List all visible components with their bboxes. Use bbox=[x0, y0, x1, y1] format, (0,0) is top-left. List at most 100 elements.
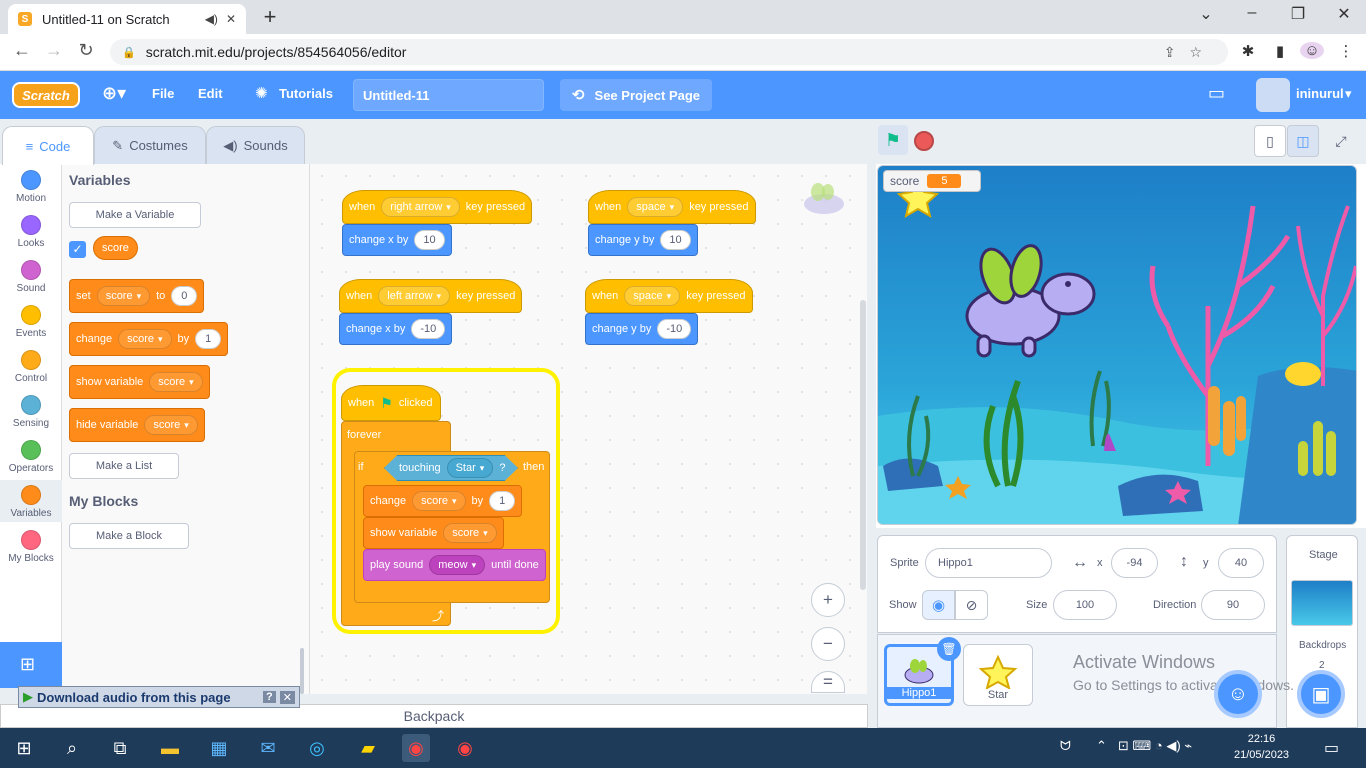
tab-sounds[interactable]: ◀) Sounds bbox=[206, 126, 305, 164]
category-control[interactable]: Control bbox=[0, 350, 62, 384]
change-x-value-1[interactable]: 10 bbox=[414, 230, 445, 250]
change-x-block-2[interactable]: change x by -10 bbox=[339, 313, 453, 345]
people-icon[interactable]: ᗢ bbox=[1060, 738, 1071, 754]
green-flag-button[interactable]: ⚑ bbox=[878, 125, 908, 155]
category-motion[interactable]: Motion bbox=[0, 170, 62, 204]
tray-chevron-icon[interactable]: ⌃ bbox=[1096, 738, 1107, 754]
set-value-input[interactable]: 0 bbox=[171, 286, 198, 306]
hide-variable-block[interactable]: hide variable score bbox=[69, 408, 205, 442]
edge-icon[interactable]: ◎ bbox=[303, 734, 331, 762]
browser-menu-icon[interactable]: ⋮ bbox=[1334, 42, 1358, 60]
backdrop-thumbnail[interactable] bbox=[1291, 580, 1353, 626]
score-reporter-block[interactable]: score bbox=[93, 236, 138, 260]
stop-button[interactable] bbox=[914, 131, 934, 151]
key-dropdown-1[interactable]: right arrow bbox=[381, 197, 460, 217]
play-sound-until-done-block[interactable]: play sound meow until done bbox=[363, 549, 546, 581]
make-list-button[interactable]: Make a List bbox=[69, 453, 179, 479]
menu-tutorials[interactable]: Tutorials bbox=[279, 86, 333, 101]
when-flag-clicked-hat[interactable]: when ⚑ clicked bbox=[341, 385, 441, 421]
change-var-dropdown[interactable]: score bbox=[118, 329, 172, 349]
change-value-input[interactable]: 1 bbox=[195, 329, 222, 349]
share-bookmark-icons[interactable]: ⇪☆ bbox=[1164, 44, 1216, 61]
project-title-input[interactable]: Untitled-11 bbox=[353, 79, 544, 111]
tab-costumes[interactable]: ✎ Costumes bbox=[94, 126, 206, 164]
category-variables[interactable]: Variables bbox=[0, 485, 62, 519]
new-tab-button[interactable]: + bbox=[258, 4, 282, 30]
touching-sensing-block[interactable]: touching Star ? bbox=[384, 455, 518, 481]
touching-target-dropdown[interactable]: Star bbox=[446, 458, 494, 478]
delete-sprite-icon[interactable]: 🗑 bbox=[937, 637, 961, 661]
change-score-value[interactable]: 1 bbox=[489, 491, 516, 511]
normal-stage-icon[interactable]: ◫ bbox=[1287, 125, 1319, 157]
hide-var-dropdown[interactable]: score bbox=[144, 415, 198, 435]
tab-search-icon[interactable]: ⌄ bbox=[1186, 4, 1226, 24]
menu-edit[interactable]: Edit bbox=[198, 86, 223, 101]
palette-scrollbar[interactable] bbox=[300, 648, 304, 694]
size-input[interactable]: 100 bbox=[1053, 590, 1117, 620]
score-checkbox-icon[interactable]: ✓ bbox=[69, 241, 86, 258]
browser-tab[interactable]: S Untitled-11 on Scratch ◀) ✕ bbox=[8, 4, 246, 34]
url-bar[interactable]: 🔒 scratch.mit.edu/projects/854564056/edi… bbox=[110, 39, 1228, 65]
change-y-block-3[interactable]: change y by 10 bbox=[588, 224, 698, 256]
when-key-pressed-hat-2[interactable]: when left arrow key pressed bbox=[339, 279, 523, 313]
menu-file[interactable]: File bbox=[152, 86, 174, 101]
stage-canvas[interactable] bbox=[877, 165, 1357, 525]
make-block-button[interactable]: Make a Block bbox=[69, 523, 189, 549]
add-extension-button[interactable]: ⊞ bbox=[0, 642, 62, 688]
reload-icon[interactable]: ↻ bbox=[74, 40, 98, 61]
workspace-scrollbar[interactable] bbox=[860, 300, 866, 590]
file-explorer-icon[interactable]: ▬ bbox=[156, 734, 184, 762]
download-audio-label[interactable]: Download audio from this page bbox=[37, 690, 231, 705]
see-project-page-button[interactable]: ⟲ See Project Page bbox=[560, 79, 712, 111]
sticky-notes-icon[interactable]: ▰ bbox=[354, 734, 382, 762]
direction-input[interactable]: 90 bbox=[1201, 590, 1265, 620]
choose-sprite-button[interactable]: ☺ bbox=[1214, 670, 1262, 718]
x-input[interactable]: -94 bbox=[1111, 548, 1158, 578]
small-stage-icon[interactable]: ▯ bbox=[1254, 125, 1286, 157]
extensions-icon[interactable]: ✱ bbox=[1236, 42, 1260, 60]
windows-start-icon[interactable]: ⊞ bbox=[10, 734, 38, 762]
category-looks[interactable]: Looks bbox=[0, 215, 62, 249]
forward-icon[interactable]: → bbox=[42, 40, 66, 61]
close-tab-icon[interactable]: ✕ bbox=[226, 12, 236, 26]
show-score-var-dropdown[interactable]: score bbox=[443, 523, 497, 543]
close-window-button[interactable]: ✕ bbox=[1324, 4, 1364, 24]
key-dropdown-4[interactable]: space bbox=[624, 286, 681, 306]
when-key-pressed-hat-1[interactable]: when right arrow key pressed bbox=[342, 190, 533, 224]
search-icon[interactable]: ⌕ bbox=[58, 734, 86, 762]
hide-eye-icon[interactable]: ⊘ bbox=[955, 590, 988, 620]
profile-icon[interactable]: ☺ bbox=[1300, 42, 1324, 59]
when-key-pressed-hat-4[interactable]: when space key pressed bbox=[585, 279, 753, 313]
taskbar-clock[interactable]: 22:16 21/05/2023 bbox=[1234, 731, 1289, 763]
minimize-button[interactable]: – bbox=[1232, 4, 1272, 22]
zoom-in-button[interactable]: + bbox=[811, 583, 845, 617]
category-sensing[interactable]: Sensing bbox=[0, 395, 62, 429]
help-icon[interactable]: ? bbox=[263, 691, 276, 703]
zoom-out-button[interactable]: − bbox=[811, 627, 845, 661]
notifications-icon[interactable]: ▭ bbox=[1324, 738, 1339, 758]
show-variable-score-block[interactable]: show variable score bbox=[363, 517, 504, 549]
sprite-thumb-star[interactable]: Star bbox=[963, 644, 1033, 706]
side-panel-icon[interactable]: ▮ bbox=[1268, 42, 1292, 60]
make-variable-button[interactable]: Make a Variable bbox=[69, 202, 201, 228]
change-score-var-dropdown[interactable]: score bbox=[412, 491, 466, 511]
category-sound[interactable]: Sound bbox=[0, 260, 62, 294]
key-dropdown-2[interactable]: left arrow bbox=[378, 286, 451, 306]
category-my-blocks[interactable]: My Blocks bbox=[0, 530, 62, 564]
audio-playing-icon[interactable]: ◀) bbox=[205, 12, 218, 26]
chrome-icon[interactable]: ◉ bbox=[451, 734, 479, 762]
show-eye-icon[interactable]: ◉ bbox=[922, 590, 955, 620]
change-x-block-1[interactable]: change x by 10 bbox=[342, 224, 452, 256]
choose-backdrop-button[interactable]: ▣ bbox=[1297, 670, 1345, 718]
download-audio-bar[interactable]: ▶ Download audio from this page ? ✕ bbox=[18, 686, 300, 708]
y-input[interactable]: 40 bbox=[1218, 548, 1264, 578]
close-download-bar-icon[interactable]: ✕ bbox=[279, 690, 295, 704]
tab-code[interactable]: ≡ Code bbox=[2, 126, 94, 165]
when-key-pressed-hat-3[interactable]: when space key pressed bbox=[588, 190, 756, 224]
back-icon[interactable]: ← bbox=[10, 40, 34, 61]
user-avatar[interactable] bbox=[1256, 78, 1290, 112]
key-dropdown-3[interactable]: space bbox=[627, 197, 684, 217]
category-operators[interactable]: Operators bbox=[0, 440, 62, 474]
username[interactable]: ininurul bbox=[1296, 86, 1344, 101]
store-icon[interactable]: ▦ bbox=[205, 734, 233, 762]
